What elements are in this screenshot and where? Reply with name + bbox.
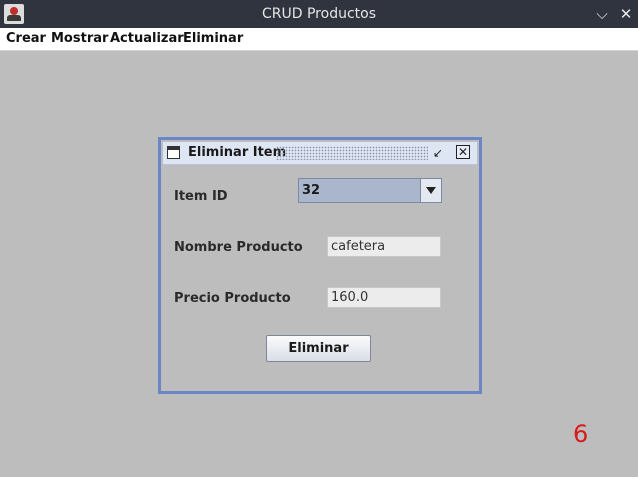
window-icon xyxy=(167,146,180,159)
nombre-producto-label: Nombre Producto xyxy=(174,240,303,255)
item-id-select[interactable]: 32 xyxy=(298,178,442,203)
item-id-label: Item ID xyxy=(174,189,228,204)
counter-overlay: 6 xyxy=(573,420,589,448)
chevron-down-icon[interactable] xyxy=(420,179,441,202)
menu-bar: Crear Mostrar Actualizar Eliminar xyxy=(0,28,638,51)
close-icon[interactable]: ✕ xyxy=(616,0,636,28)
window-title: CRUD Productos xyxy=(262,6,376,22)
eliminar-item-frame: Eliminar Item ↙ ✕ Item ID 32 Nombre Prod… xyxy=(158,137,482,394)
titlebar-grip xyxy=(276,146,428,160)
precio-producto-label: Precio Producto xyxy=(174,291,291,306)
menu-eliminar[interactable]: Eliminar xyxy=(183,28,243,50)
nombre-producto-field[interactable]: cafetera xyxy=(327,236,441,257)
close-icon[interactable]: ✕ xyxy=(456,145,470,159)
item-id-value: 32 xyxy=(302,183,321,198)
precio-producto-field[interactable]: 160.0 xyxy=(327,287,441,308)
restore-icon[interactable]: ↙ xyxy=(430,145,446,161)
menu-mostrar[interactable]: Mostrar xyxy=(51,28,108,50)
window-titlebar: CRUD Productos ⌵ ✕ xyxy=(0,0,638,28)
menu-actualizar[interactable]: Actualizar xyxy=(110,28,184,50)
internal-frame-title: Eliminar Item xyxy=(188,145,287,160)
chevron-down-icon[interactable]: ⌵ xyxy=(592,0,612,28)
internal-frame-titlebar[interactable]: Eliminar Item ↙ ✕ xyxy=(163,142,477,165)
menu-crear[interactable]: Crear xyxy=(6,28,46,50)
eliminar-button[interactable]: Eliminar xyxy=(266,335,371,362)
